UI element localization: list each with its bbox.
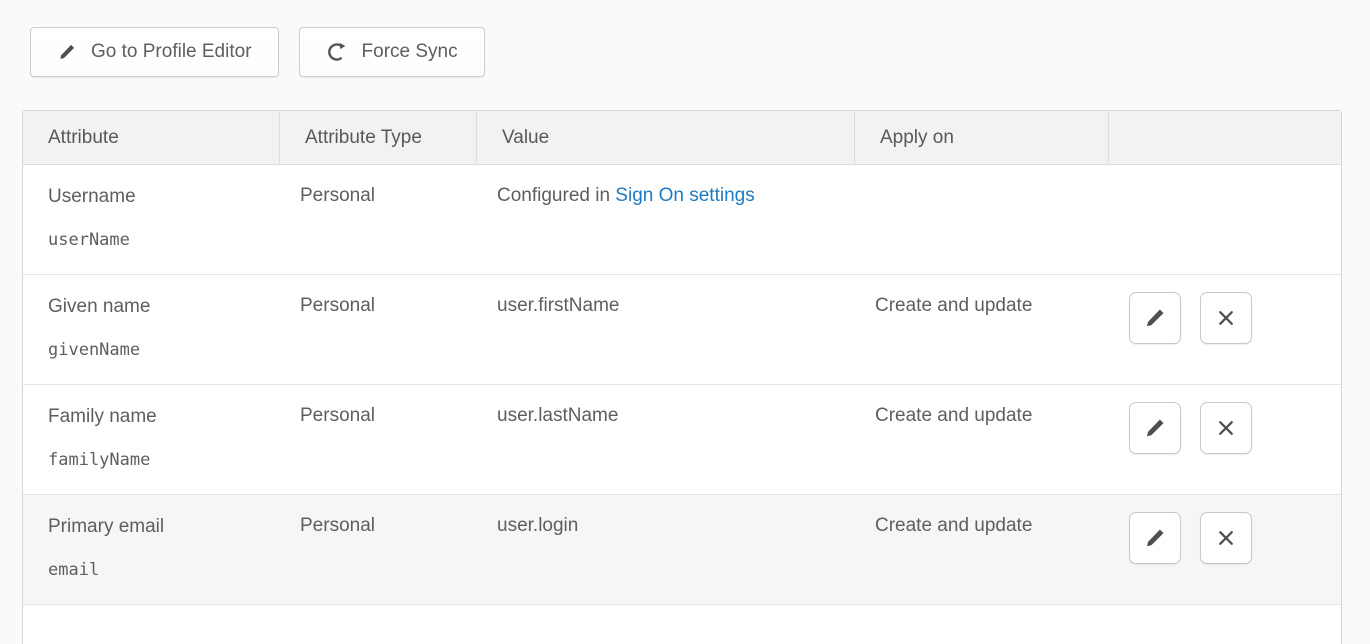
- attribute-type-cell: Personal: [280, 275, 477, 384]
- pencil-icon: [1143, 416, 1167, 440]
- value-cell: Configured in Sign On settings: [477, 165, 855, 274]
- attribute-cell: Given name givenName: [23, 275, 280, 384]
- remove-attribute-button[interactable]: [1200, 512, 1252, 564]
- close-icon: [1214, 306, 1238, 330]
- attribute-name: userName: [48, 230, 280, 250]
- value-cell: user.login: [477, 495, 855, 604]
- attribute-name: familyName: [48, 450, 280, 470]
- actions-cell: [1109, 165, 1341, 274]
- actions-cell: [1109, 495, 1341, 604]
- column-header-actions: [1109, 111, 1341, 164]
- column-header-value: Value: [477, 111, 855, 164]
- pencil-icon: [1143, 526, 1167, 550]
- table-row: Family name familyName Personal user.las…: [23, 385, 1341, 495]
- apply-on-cell: Create and update: [855, 385, 1109, 494]
- refresh-icon: [326, 41, 348, 63]
- attribute-name: email: [48, 560, 280, 580]
- attribute-type-cell: Personal: [280, 385, 477, 494]
- table-row: Username userName Personal Configured in…: [23, 165, 1341, 275]
- sign-on-settings-link[interactable]: Sign On settings: [615, 185, 754, 206]
- attribute-label: Primary email: [48, 515, 280, 539]
- pencil-icon: [57, 42, 77, 62]
- attribute-name: givenName: [48, 340, 280, 360]
- attribute-cell: Primary email email: [23, 495, 280, 604]
- edit-attribute-button[interactable]: [1129, 402, 1181, 454]
- attribute-type-cell: Personal: [280, 495, 477, 604]
- table-row: Primary email email Personal user.login …: [23, 495, 1341, 605]
- pencil-icon: [1143, 306, 1167, 330]
- attribute-mapping-table: Attribute Attribute Type Value Apply on …: [22, 110, 1342, 644]
- apply-on-cell: [855, 165, 1109, 274]
- attribute-label: Username: [48, 185, 280, 209]
- go-to-profile-editor-button[interactable]: Go to Profile Editor: [30, 27, 279, 77]
- attribute-label: Family name: [48, 405, 280, 429]
- close-icon: [1214, 526, 1238, 550]
- column-header-attribute: Attribute: [23, 111, 280, 164]
- table-row: Given name givenName Personal user.first…: [23, 275, 1341, 385]
- toolbar: Go to Profile Editor Force Sync: [30, 27, 485, 77]
- force-sync-button[interactable]: Force Sync: [299, 27, 485, 77]
- edit-attribute-button[interactable]: [1129, 292, 1181, 344]
- column-header-apply-on: Apply on: [855, 111, 1109, 164]
- go-to-profile-editor-label: Go to Profile Editor: [91, 41, 252, 63]
- remove-attribute-button[interactable]: [1200, 402, 1252, 454]
- value-prefix: Configured in: [497, 185, 615, 206]
- value-cell: user.lastName: [477, 385, 855, 494]
- edit-attribute-button[interactable]: [1129, 512, 1181, 564]
- attribute-type-cell: Personal: [280, 165, 477, 274]
- column-header-attribute-type: Attribute Type: [280, 111, 477, 164]
- table-header-row: Attribute Attribute Type Value Apply on: [23, 111, 1341, 165]
- attribute-cell: Username userName: [23, 165, 280, 274]
- empty-table-row: [23, 605, 1341, 644]
- attribute-label: Given name: [48, 295, 280, 319]
- apply-on-cell: Create and update: [855, 495, 1109, 604]
- value-cell: user.firstName: [477, 275, 855, 384]
- remove-attribute-button[interactable]: [1200, 292, 1252, 344]
- force-sync-label: Force Sync: [362, 41, 458, 63]
- actions-cell: [1109, 275, 1341, 384]
- attribute-cell: Family name familyName: [23, 385, 280, 494]
- close-icon: [1214, 416, 1238, 440]
- attribute-mappings-page: Go to Profile Editor Force Sync Attribut…: [0, 0, 1370, 644]
- actions-cell: [1109, 385, 1341, 494]
- apply-on-cell: Create and update: [855, 275, 1109, 384]
